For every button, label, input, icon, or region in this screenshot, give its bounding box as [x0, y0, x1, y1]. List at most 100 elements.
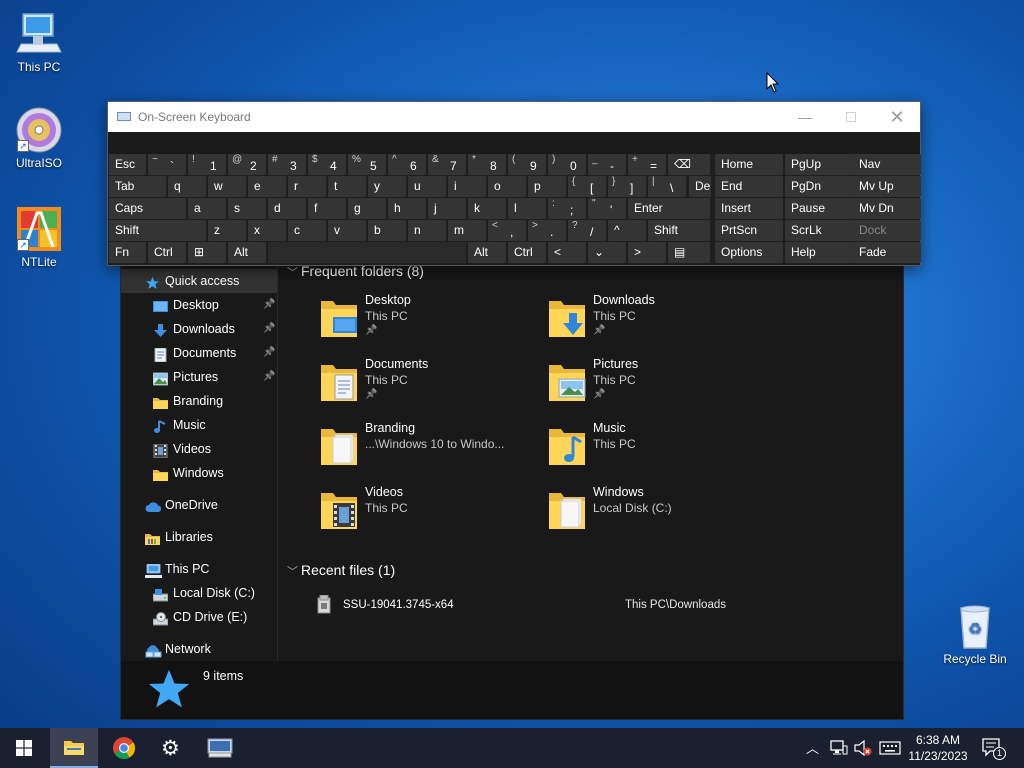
osk-key-y[interactable]: y: [368, 176, 406, 197]
osk-key-g[interactable]: g: [348, 198, 386, 219]
osk-key-w[interactable]: w: [208, 176, 246, 197]
osk-key-symbol[interactable]: ~ `: [148, 154, 186, 175]
osk-key-symbol[interactable]: + =: [628, 154, 666, 175]
osk-key-symbol[interactable]: | \: [648, 176, 686, 197]
osk-key-del[interactable]: Del: [689, 176, 711, 197]
osk-key-v[interactable]: v: [328, 220, 366, 241]
nav-item-libraries[interactable]: Libraries: [121, 525, 277, 549]
osk-key-7[interactable]: & 7: [428, 154, 466, 175]
osk-key-2[interactable]: @2: [228, 154, 266, 175]
osk-key-caps[interactable]: Caps: [109, 198, 186, 219]
osk-key-symbol[interactable]: ? /: [568, 220, 606, 241]
nav-item-desktop[interactable]: Desktop 📌: [121, 293, 277, 317]
osk-title-bar[interactable]: On-Screen Keyboard — ✕: [108, 102, 920, 132]
osk-key-symbol[interactable]: }]: [608, 176, 646, 197]
minimize-button[interactable]: —: [782, 102, 828, 132]
osk-key-pause[interactable]: Pause: [785, 198, 853, 219]
osk-key-symbol[interactable]: ⌄: [588, 242, 626, 263]
osk-key-symbol[interactable]: <,: [488, 220, 526, 241]
osk-key-symbol[interactable]: {[: [568, 176, 606, 197]
folder-tile-videos[interactable]: Videos This PC: [319, 485, 539, 541]
osk-key-ctrl[interactable]: Ctrl: [508, 242, 546, 263]
osk-key-t[interactable]: t: [328, 176, 366, 197]
osk-key-c[interactable]: c: [288, 220, 326, 241]
osk-key-symbol[interactable]: ⌫: [668, 154, 710, 175]
osk-key-tab[interactable]: Tab: [109, 176, 166, 197]
osk-key-symbol[interactable]: <: [548, 242, 586, 263]
osk-key-z[interactable]: z: [208, 220, 246, 241]
osk-key-symbol[interactable]: ^: [608, 220, 646, 241]
nav-item-quick-access[interactable]: Quick access: [121, 269, 277, 293]
osk-key-esc[interactable]: Esc: [109, 154, 146, 175]
folder-tile-music[interactable]: Music This PC: [547, 421, 767, 477]
folder-tile-desktop[interactable]: Desktop This PC 📌: [319, 293, 539, 349]
chrome-button[interactable]: [100, 728, 148, 768]
osk-key-symbol[interactable]: _ -: [588, 154, 626, 175]
osk-key-o[interactable]: o: [488, 176, 526, 197]
osk-key-4[interactable]: $4: [308, 154, 346, 175]
osk-key-symbol[interactable]: >: [628, 242, 666, 263]
osk-key-nav[interactable]: Nav: [853, 154, 921, 175]
recent-file-row[interactable]: SSU-19041.3745-x64 This PC\Downloads: [315, 594, 895, 617]
osk-key-pgdn[interactable]: PgDn: [785, 176, 853, 197]
osk-key-1[interactable]: ! 1: [188, 154, 226, 175]
osk-key-mv-dn[interactable]: Mv Dn: [853, 198, 921, 219]
on-screen-keyboard-button[interactable]: [196, 728, 244, 768]
osk-key-symbol[interactable]: ▤: [668, 242, 710, 263]
clock[interactable]: 6:38 AM 11/23/2023: [902, 732, 974, 764]
osk-key-p[interactable]: p: [528, 176, 566, 197]
desktop-icon-ultraiso[interactable]: ↗ UltraISO: [1, 106, 77, 170]
osk-key-symbol[interactable]: >.: [528, 220, 566, 241]
start-button[interactable]: [0, 728, 48, 768]
nav-item-onedrive[interactable]: OneDrive: [121, 493, 277, 517]
osk-key-scrlk[interactable]: ScrLk: [785, 220, 853, 241]
desktop-icon-recycle-bin[interactable]: ♻ Recycle Bin: [937, 602, 1013, 666]
osk-key-s[interactable]: s: [228, 198, 266, 219]
osk-key-space[interactable]: [268, 242, 466, 263]
nav-item-pictures[interactable]: Pictures 📌: [121, 365, 277, 389]
osk-key-m[interactable]: m: [448, 220, 486, 241]
close-button[interactable]: ✕: [874, 102, 920, 132]
nav-item-documents[interactable]: Documents 📌: [121, 341, 277, 365]
desktop-icon-this-pc[interactable]: This PC: [1, 10, 77, 74]
osk-key-l[interactable]: l: [508, 198, 546, 219]
desktop-icon-ntlite[interactable]: ↗ NTLite: [1, 205, 77, 269]
recent-files-header[interactable]: ﹀ Recent files (1): [287, 562, 395, 579]
osk-key-u[interactable]: u: [408, 176, 446, 197]
osk-key-fade[interactable]: Fade: [853, 242, 921, 263]
osk-key-0[interactable]: ) 0: [548, 154, 586, 175]
osk-key-r[interactable]: r: [288, 176, 326, 197]
osk-key-5[interactable]: % 5: [348, 154, 386, 175]
osk-key-a[interactable]: a: [188, 198, 226, 219]
osk-key-ctrl[interactable]: Ctrl: [148, 242, 186, 263]
folder-tile-documents[interactable]: Documents This PC 📌: [319, 357, 539, 413]
nav-item-music[interactable]: Music: [121, 413, 277, 437]
osk-key-end[interactable]: End: [715, 176, 783, 197]
touch-keyboard-icon[interactable]: [879, 741, 901, 768]
osk-key-q[interactable]: q: [168, 176, 206, 197]
osk-key-prtscn[interactable]: PrtScn: [715, 220, 783, 241]
osk-key-options[interactable]: Options: [715, 242, 783, 263]
osk-key-k[interactable]: k: [468, 198, 506, 219]
osk-key-fn[interactable]: Fn: [109, 242, 146, 263]
network-icon[interactable]: [830, 740, 848, 768]
folder-tile-branding[interactable]: Branding ...\Windows 10 to Windo...: [319, 421, 539, 477]
osk-key-h[interactable]: h: [388, 198, 426, 219]
nav-item-network[interactable]: Network: [121, 637, 277, 661]
nav-item-downloads[interactable]: Downloads 📌: [121, 317, 277, 341]
nav-item-videos[interactable]: Videos: [121, 437, 277, 461]
osk-key-mv-up[interactable]: Mv Up: [853, 176, 921, 197]
osk-key-home[interactable]: Home: [715, 154, 783, 175]
osk-key-6[interactable]: ^ 6: [388, 154, 426, 175]
nav-item-windows[interactable]: Windows: [121, 461, 277, 485]
osk-key-dock[interactable]: Dock: [853, 220, 921, 241]
nav-item-branding[interactable]: Branding: [121, 389, 277, 413]
osk-key-alt[interactable]: Alt: [468, 242, 506, 263]
osk-key-b[interactable]: b: [368, 220, 406, 241]
osk-key-j[interactable]: j: [428, 198, 466, 219]
folder-tile-downloads[interactable]: Downloads This PC 📌: [547, 293, 767, 349]
nav-item-local-disk-c[interactable]: Local Disk (C:): [121, 581, 277, 605]
osk-key-x[interactable]: x: [248, 220, 286, 241]
maximize-button[interactable]: [828, 102, 874, 132]
show-hidden-icons-chevron-icon[interactable]: ︿: [806, 738, 819, 768]
